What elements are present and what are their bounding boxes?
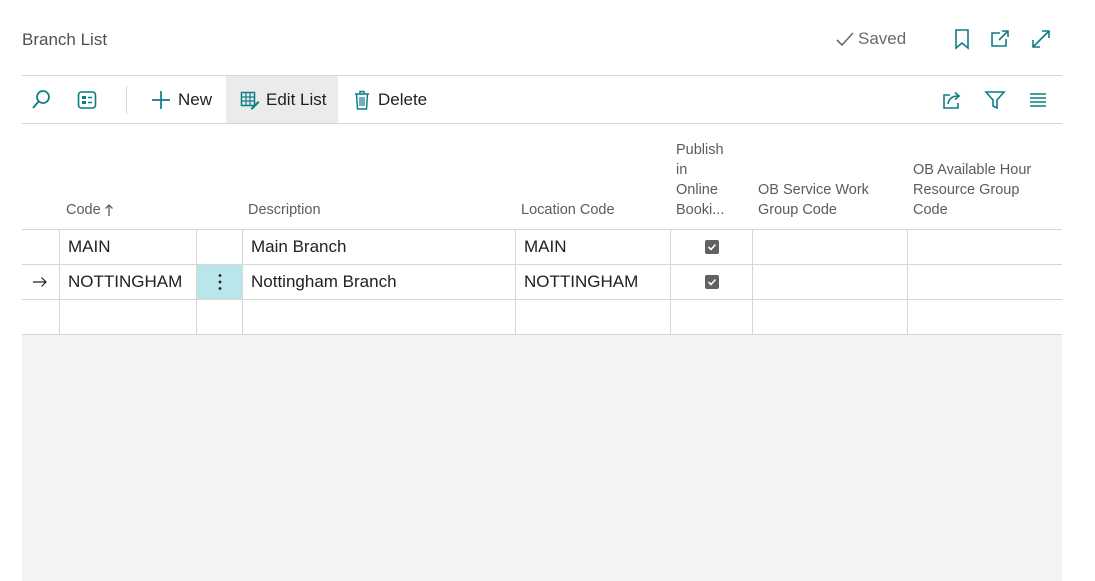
ob-available-header-line: Resource Group [913,182,1020,198]
cell-ob-service[interactable] [752,230,907,264]
page-header: Branch List Saved [22,0,1062,76]
cell-publish[interactable] [670,265,752,299]
column-header-code[interactable]: Code [66,200,114,220]
cell-location-code[interactable]: NOTTINGHAM [515,265,670,299]
checkmark-icon [836,32,854,47]
cell-description[interactable] [242,300,515,334]
new-button[interactable]: New [150,76,218,123]
open-new-window-icon[interactable] [988,27,1012,51]
expand-icon[interactable] [1029,27,1053,51]
list-icon[interactable] [1028,76,1052,123]
publish-checkbox[interactable] [704,275,719,289]
edit-list-label: Edit List [266,89,327,109]
row-indicator[interactable] [22,230,59,264]
edit-list-button[interactable]: Edit List [226,76,338,123]
publish-header-line: Online [676,182,718,198]
cell-description[interactable]: Main Branch [242,230,515,264]
search-icon[interactable] [30,76,56,123]
cell-publish[interactable] [670,230,752,264]
table-row[interactable]: MAIN Main Branch MAIN [22,230,1062,265]
saved-status: Saved [835,29,906,49]
saved-label: Saved [858,29,907,48]
column-header-row: Code Description Location Code Publish i… [22,124,1062,230]
delete-button[interactable]: Delete [352,76,427,123]
share-icon[interactable] [941,76,965,123]
page-title: Branch List [22,30,108,49]
filter-icon[interactable] [984,76,1008,123]
row-actions-cell[interactable] [196,300,242,334]
edit-list-icon [240,91,260,109]
more-options-icon[interactable] [218,273,222,291]
cell-ob-service[interactable] [752,265,907,299]
bookmark-icon[interactable] [950,27,974,51]
row-indicator[interactable] [22,265,59,299]
toolbar-divider [126,86,127,114]
cell-ob-available[interactable] [907,265,1062,299]
cell-location-code[interactable] [515,300,670,334]
row-indicator[interactable] [22,300,59,334]
row-actions-cell[interactable] [196,230,242,264]
row-arrow-icon [33,277,47,287]
ob-service-header-line: Group Code [758,202,837,218]
action-bar: New Edit List Delete [22,76,1062,124]
column-header-ob-available[interactable]: OB Available Hour Resource Group Code [913,160,1031,220]
row-actions-cell[interactable] [196,265,242,299]
publish-header-line: Publish [676,142,724,158]
column-header-publish[interactable]: Publish in Online Booki... [676,140,724,220]
sort-ascending-icon [104,204,113,216]
column-code-label: Code [66,202,101,218]
plus-icon [152,90,170,109]
column-header-description[interactable]: Description [248,200,321,220]
cell-ob-available[interactable] [907,300,1062,334]
publish-header-line: Booki... [676,202,725,218]
cell-location-code[interactable]: MAIN [515,230,670,264]
trash-icon [355,90,369,110]
cell-ob-service[interactable] [752,300,907,334]
cell-code[interactable]: NOTTINGHAM [59,265,196,299]
table-row[interactable]: NOTTINGHAM Nottingham Branch NOTTINGHAM [22,265,1062,300]
publish-checkbox[interactable] [704,240,719,254]
new-button-label: New [178,89,213,109]
delete-button-label: Delete [378,89,428,109]
publish-header-line: in [676,162,688,178]
ob-available-header-line: Code [913,202,948,218]
cell-description[interactable]: Nottingham Branch [242,265,515,299]
list-view-icon[interactable] [76,76,102,123]
ob-service-header-line: OB Service Work [758,182,869,198]
ob-available-header-line: OB Available Hour [913,162,1032,178]
cell-code[interactable] [59,300,196,334]
checkmark-icon [707,243,716,251]
cell-ob-available[interactable] [907,230,1062,264]
cell-code[interactable]: MAIN [59,230,196,264]
cell-publish[interactable] [670,300,752,334]
column-header-ob-service[interactable]: OB Service Work Group Code [758,180,869,220]
empty-new-row[interactable] [22,300,1062,335]
column-header-location-code[interactable]: Location Code [521,200,615,220]
branch-list-grid: Code Description Location Code Publish i… [22,124,1062,581]
checkmark-icon [707,278,716,286]
